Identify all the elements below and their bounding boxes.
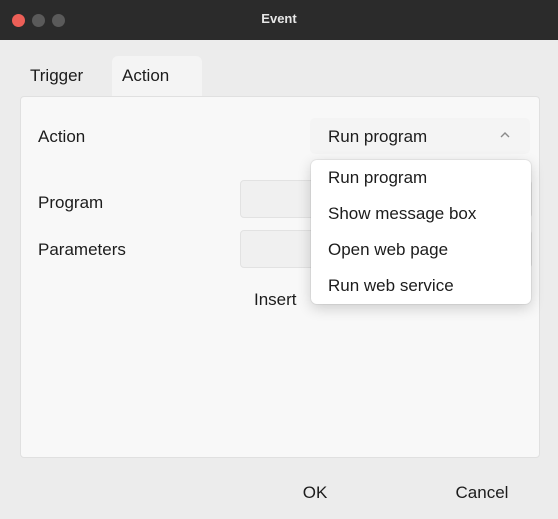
action-select[interactable]: Run program [310, 118, 530, 154]
tab-trigger[interactable]: Trigger [20, 56, 108, 96]
title-bar: Event [0, 0, 558, 40]
action-label: Action [38, 127, 86, 146]
action-dropdown-menu: Run program Show message box Open web pa… [311, 160, 531, 304]
dropdown-option-open-web-page[interactable]: Open web page [328, 240, 448, 260]
chevron-up-icon [500, 132, 510, 138]
parameters-label: Parameters [38, 240, 126, 259]
dropdown-option-show-message-box[interactable]: Show message box [328, 204, 476, 224]
window-title: Event [261, 11, 297, 26]
dropdown-option-run-program[interactable]: Run program [328, 168, 427, 188]
event-dialog-window: Event Trigger Action Action Program Para… [0, 0, 558, 519]
ok-button[interactable]: OK [260, 476, 370, 510]
action-select-value: Run program [328, 127, 428, 146]
program-label: Program [38, 193, 104, 212]
cancel-button[interactable]: Cancel [422, 476, 542, 510]
tab-action[interactable]: Action [112, 56, 202, 96]
insert-button[interactable]: Insert [254, 290, 297, 310]
dropdown-option-run-web-service[interactable]: Run web service [328, 276, 454, 296]
